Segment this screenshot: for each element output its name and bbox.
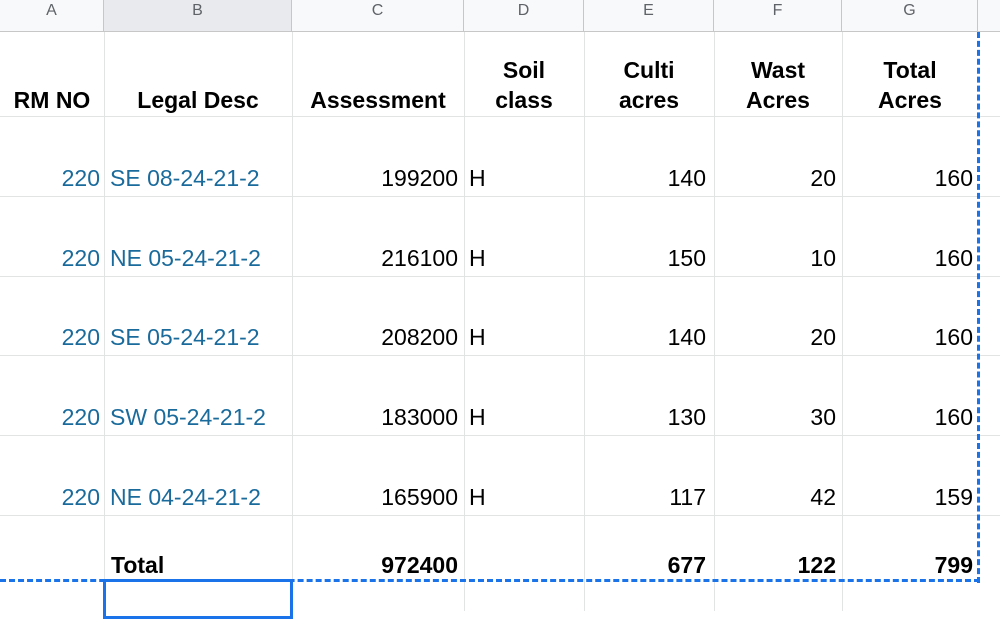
total-acres-cell[interactable]: 160 bbox=[842, 324, 973, 351]
total-acres-cell[interactable]: 160 bbox=[842, 245, 973, 272]
legal-desc-cell[interactable]: SW 05-24-21-2 bbox=[110, 404, 266, 431]
legal-desc-cell[interactable]: NE 04-24-21-2 bbox=[110, 484, 261, 511]
header-legal-desc[interactable]: Legal Desc bbox=[104, 85, 292, 115]
column-header-a[interactable]: A bbox=[0, 0, 104, 31]
soil-class-cell[interactable]: H bbox=[469, 404, 486, 431]
total-wast-cell[interactable]: 122 bbox=[714, 552, 836, 579]
wast-acres-cell[interactable]: 20 bbox=[714, 165, 836, 192]
column-header-c[interactable]: C bbox=[292, 0, 464, 31]
wast-acres-cell[interactable]: 10 bbox=[714, 245, 836, 272]
copy-selection-border-right bbox=[977, 32, 980, 583]
header-total-line1: Total bbox=[883, 57, 937, 83]
header-rm-no[interactable]: RM NO bbox=[0, 85, 104, 115]
gridline bbox=[0, 435, 1000, 436]
assessment-cell[interactable]: 208200 bbox=[292, 324, 458, 351]
soil-class-cell[interactable]: H bbox=[469, 245, 486, 272]
rm-no-cell[interactable]: 220 bbox=[0, 165, 100, 192]
column-header-d[interactable]: D bbox=[464, 0, 584, 31]
header-culti-line2: acres bbox=[618, 87, 680, 113]
culti-acres-cell[interactable]: 140 bbox=[584, 324, 706, 351]
header-assessment[interactable]: Assessment bbox=[292, 85, 464, 115]
header-wast-line2: Acres bbox=[746, 87, 810, 113]
gridline bbox=[0, 355, 1000, 356]
wast-acres-cell[interactable]: 42 bbox=[714, 484, 836, 511]
culti-acres-cell[interactable]: 117 bbox=[584, 484, 706, 511]
gridline bbox=[842, 32, 843, 611]
header-wast-acres[interactable]: Wast Acres bbox=[714, 55, 842, 115]
header-soil-class[interactable]: Soil class bbox=[464, 55, 584, 115]
header-culti-acres[interactable]: Culti acres bbox=[584, 55, 714, 115]
rm-no-cell[interactable]: 220 bbox=[0, 404, 100, 431]
total-acres-cell[interactable]: 160 bbox=[842, 404, 973, 431]
column-header-b[interactable]: B bbox=[104, 0, 292, 31]
column-header-bar: A B C D E F G bbox=[0, 0, 1000, 32]
wast-acres-cell[interactable]: 30 bbox=[714, 404, 836, 431]
total-label-cell[interactable]: Total bbox=[111, 552, 164, 579]
gridline bbox=[0, 515, 1000, 516]
gridline bbox=[0, 276, 1000, 277]
culti-acres-cell[interactable]: 130 bbox=[584, 404, 706, 431]
header-soil-class-line2: class bbox=[495, 87, 553, 113]
legal-desc-cell[interactable]: NE 05-24-21-2 bbox=[110, 245, 261, 272]
gridline bbox=[464, 32, 465, 611]
header-total-line2: Acres bbox=[878, 87, 942, 113]
culti-acres-cell[interactable]: 150 bbox=[584, 245, 706, 272]
header-total-acres[interactable]: Total Acres bbox=[842, 55, 978, 115]
header-soil-class-line1: Soil bbox=[502, 57, 546, 83]
gridline bbox=[104, 32, 105, 611]
header-wast-line1: Wast bbox=[750, 57, 806, 83]
assessment-cell[interactable]: 183000 bbox=[292, 404, 458, 431]
assessment-cell[interactable]: 165900 bbox=[292, 484, 458, 511]
gridline bbox=[0, 196, 1000, 197]
total-acres-sum-cell[interactable]: 799 bbox=[842, 552, 973, 579]
legal-desc-cell[interactable]: SE 05-24-21-2 bbox=[110, 324, 260, 351]
gridline bbox=[292, 32, 293, 611]
spreadsheet-grid[interactable]: RM NO Legal Desc Assessment Soil class C… bbox=[0, 32, 1000, 611]
total-culti-cell[interactable]: 677 bbox=[584, 552, 706, 579]
gridline bbox=[714, 32, 715, 611]
culti-acres-cell[interactable]: 140 bbox=[584, 165, 706, 192]
rm-no-cell[interactable]: 220 bbox=[0, 324, 100, 351]
gridline bbox=[584, 32, 585, 611]
total-acres-cell[interactable]: 160 bbox=[842, 165, 973, 192]
gridline bbox=[0, 116, 1000, 117]
column-header-g[interactable]: G bbox=[842, 0, 978, 31]
assessment-cell[interactable]: 216100 bbox=[292, 245, 458, 272]
soil-class-cell[interactable]: H bbox=[469, 324, 486, 351]
total-assessment-cell[interactable]: 972400 bbox=[292, 552, 458, 579]
column-header-e[interactable]: E bbox=[584, 0, 714, 31]
soil-class-cell[interactable]: H bbox=[469, 484, 486, 511]
assessment-cell[interactable]: 199200 bbox=[292, 165, 458, 192]
column-header-f[interactable]: F bbox=[714, 0, 842, 31]
rm-no-cell[interactable]: 220 bbox=[0, 484, 100, 511]
active-cell-selection[interactable] bbox=[103, 579, 293, 619]
rm-no-cell[interactable]: 220 bbox=[0, 245, 100, 272]
wast-acres-cell[interactable]: 20 bbox=[714, 324, 836, 351]
header-culti-line1: Culti bbox=[623, 57, 675, 83]
total-acres-cell[interactable]: 159 bbox=[842, 484, 973, 511]
soil-class-cell[interactable]: H bbox=[469, 165, 486, 192]
legal-desc-cell[interactable]: SE 08-24-21-2 bbox=[110, 165, 260, 192]
